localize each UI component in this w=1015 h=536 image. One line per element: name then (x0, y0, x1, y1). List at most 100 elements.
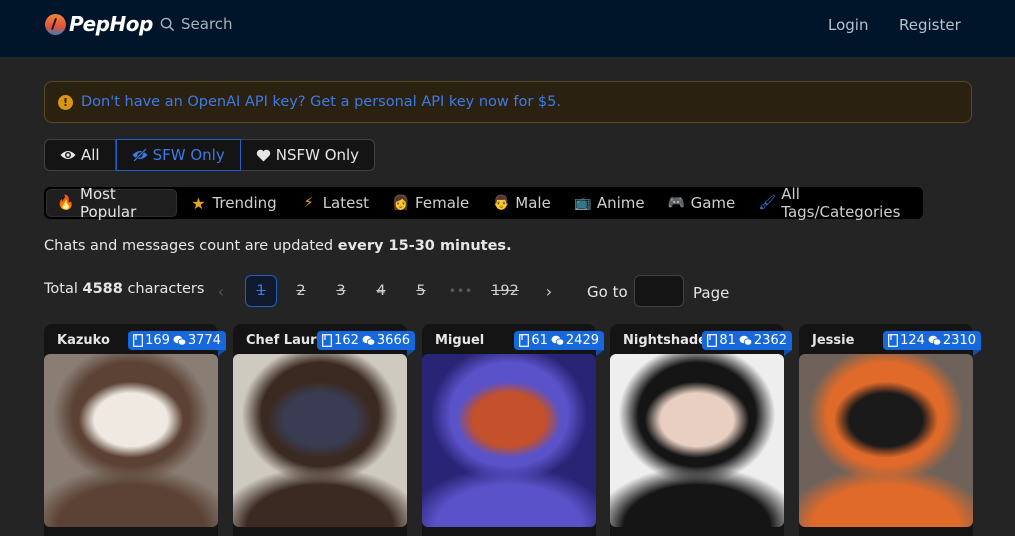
message-count: 3666 (376, 333, 410, 348)
tab-game[interactable]: 🎮 Game (658, 189, 747, 217)
tab-trending[interactable]: ★ Trending (179, 189, 287, 217)
message-count: 2310 (942, 333, 976, 348)
filter-all[interactable]: All (45, 140, 116, 170)
last-page-button[interactable]: 192 (485, 275, 525, 307)
stats-badge: 162 3666 (317, 331, 415, 356)
chat-count: 169 (145, 333, 170, 348)
message-count: 2362 (753, 333, 787, 348)
page-ellipsis[interactable]: ••• (445, 275, 477, 307)
chat-count-icon (519, 334, 530, 347)
total-prefix: Total (44, 281, 83, 297)
star-icon: ★ (191, 193, 206, 213)
character-card[interactable]: Jessie 124 2310 (799, 324, 981, 536)
stats-badge: 169 3774 (128, 331, 226, 356)
page-label: Page (693, 284, 730, 302)
tab-label: Male (515, 194, 551, 212)
heart-icon (256, 149, 271, 162)
filter-label: All (81, 146, 100, 164)
goto-label: Go to (587, 283, 628, 301)
category-tabs: 🔥 Most Popular ★ Trending ⚡ Latest 👩 Fem… (44, 185, 923, 221)
prev-page-button[interactable]: ‹ (205, 275, 237, 307)
total-characters: Total 4588 characters (44, 281, 204, 297)
chat-count: 162 (334, 333, 359, 348)
goto-page-input[interactable] (634, 275, 684, 307)
gamepad-icon: 🎮 (667, 195, 686, 211)
stats-badge: 124 2310 (883, 331, 981, 356)
character-avatar[interactable] (44, 354, 218, 527)
exclamation-circle-icon: ! (58, 94, 73, 110)
page-button[interactable]: 4 (365, 275, 397, 307)
tab-label: Latest (322, 194, 370, 212)
character-card[interactable]: Miguel 61 2429 (422, 324, 604, 536)
message-count-icon (739, 335, 752, 346)
tab-male[interactable]: 👨 Male (482, 189, 562, 217)
message-count-icon (551, 335, 564, 346)
character-card[interactable]: Kazuko 169 3774 (44, 324, 226, 536)
filter-label: NSFW Only (275, 146, 360, 164)
fire-icon: 🔥 (57, 195, 75, 211)
search-label: Search (181, 15, 233, 33)
api-key-alert: ! Don't have an OpenAI API key? Get a pe… (44, 81, 972, 123)
api-key-link[interactable]: Don't have an OpenAI API key? Get a pers… (81, 94, 561, 110)
update-interval: every 15-30 minutes. (337, 238, 512, 254)
register-link[interactable]: Register (899, 16, 961, 34)
character-name: Jessie (812, 333, 855, 348)
male-face-icon: 👨 (492, 195, 511, 211)
tab-label: All Tags/Categories (781, 185, 901, 221)
tab-label: Game (690, 194, 736, 212)
search-icon (160, 17, 175, 31)
total-count: 4588 (82, 281, 123, 297)
female-face-icon: 👩 (392, 195, 410, 211)
total-suffix: characters (122, 281, 205, 297)
page-button[interactable]: 3 (325, 275, 357, 307)
filter-sfw[interactable]: SFW Only (115, 139, 241, 171)
search-button[interactable]: Search (160, 15, 233, 33)
page-button[interactable]: 5 (405, 275, 437, 307)
top-navbar: PepHop Search Login Register (0, 0, 1015, 57)
filter-nsfw[interactable]: NSFW Only (241, 140, 374, 170)
tab-label: Trending (212, 194, 277, 212)
stats-badge: 81 2362 (702, 331, 792, 356)
brand-logo[interactable]: PepHop (45, 12, 153, 36)
character-name: Kazuko (57, 333, 110, 348)
content-filter: All SFW Only NSFW Only (44, 139, 376, 171)
page-button[interactable]: 2 (285, 275, 317, 307)
tab-latest[interactable]: ⚡ Latest (290, 189, 380, 217)
next-page-button[interactable]: › (533, 275, 565, 307)
chat-count-icon (133, 334, 143, 347)
character-avatar[interactable] (799, 354, 973, 527)
update-notice: Chats and messages count are updated eve… (44, 238, 512, 254)
login-link[interactable]: Login (828, 16, 868, 34)
logo-icon (45, 13, 66, 35)
character-card[interactable]: Nightshade 81 2362 (610, 324, 792, 536)
chat-count: 124 (900, 333, 925, 348)
tab-most-popular[interactable]: 🔥 Most Popular (46, 185, 178, 221)
tab-female[interactable]: 👩 Female (382, 189, 480, 217)
character-name: Miguel (435, 333, 485, 348)
message-count-icon (173, 335, 186, 346)
character-avatar[interactable] (233, 354, 407, 527)
page-button[interactable]: 1 (245, 275, 277, 307)
character-card[interactable]: Chef Lauren 162 3666 (233, 324, 415, 536)
filter-label: SFW Only (152, 146, 225, 164)
tab-label: Most Popular (80, 185, 137, 221)
update-notice-text: Chats and messages count are updated (44, 238, 338, 254)
tab-anime[interactable]: 📺 Anime (564, 189, 656, 217)
character-avatar[interactable] (610, 354, 784, 527)
eye-icon (60, 149, 76, 161)
message-count: 2429 (565, 333, 599, 348)
lightning-icon: ⚡ (303, 195, 314, 211)
chat-count: 81 (719, 333, 736, 348)
eye-slash-icon (132, 148, 148, 162)
message-count-icon (928, 335, 941, 346)
chat-count-icon (888, 334, 898, 347)
pagination: ‹ 1 2 3 4 5 ••• 192 › (205, 275, 573, 307)
message-count: 3774 (187, 333, 221, 348)
tv-icon: 📺 (574, 195, 592, 211)
message-count-icon (362, 335, 375, 346)
chat-count-icon (322, 334, 332, 347)
character-avatar[interactable] (422, 354, 596, 527)
tab-all-tags[interactable]: 🖌 All Tags/Categories (748, 185, 919, 221)
stats-badge: 61 2429 (514, 331, 604, 356)
tab-label: Female (415, 194, 470, 212)
